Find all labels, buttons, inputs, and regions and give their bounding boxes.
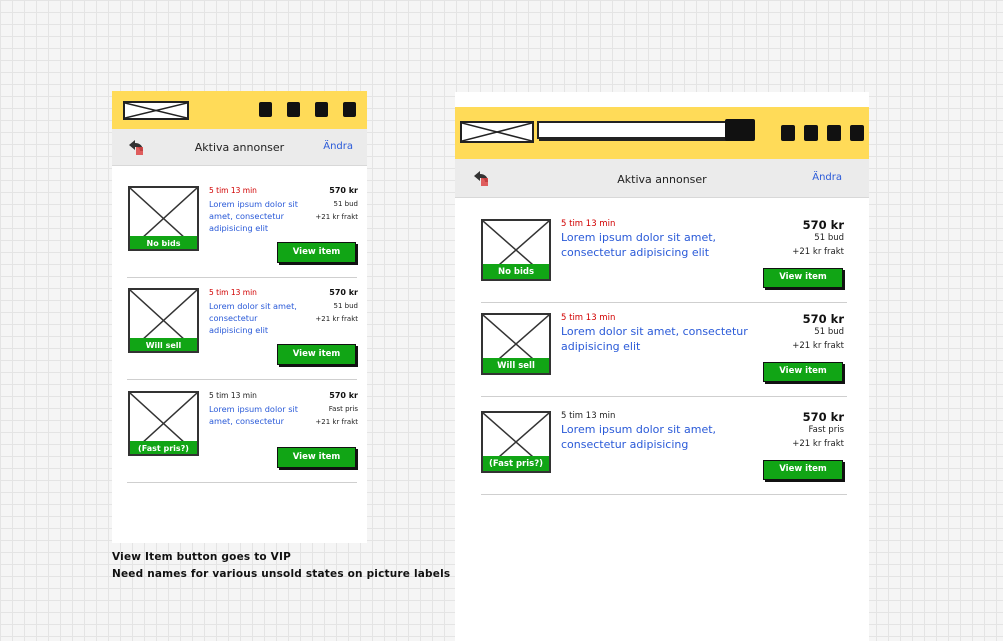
view-item-button[interactable]: View item <box>277 344 356 365</box>
item-title-line: adipisicing elit <box>209 223 269 233</box>
item-price: 570 kr <box>802 410 844 424</box>
bid-count: Fast pris <box>328 405 358 413</box>
header-bar <box>112 91 367 129</box>
item-thumbnail[interactable]: Will sell <box>128 288 199 353</box>
status-badge: (Fast pris?) <box>483 456 549 471</box>
item-title-line: Lorem dolor sit amet, <box>209 301 297 311</box>
time-remaining: 5 tim 13 min <box>561 219 616 229</box>
shipping-cost: +21 kr frakt <box>792 247 844 257</box>
view-item-button[interactable]: View item <box>763 268 843 288</box>
status-badge: Will sell <box>483 358 549 373</box>
item-thumbnail[interactable]: (Fast pris?) <box>481 411 551 473</box>
page-title: Aktiva annonser <box>617 173 707 186</box>
item-title-line: consectetur adipisicing <box>561 438 689 451</box>
nav-bar: Aktiva annonser Ändra <box>112 129 367 166</box>
item-divider <box>127 482 357 483</box>
bid-count: 51 bud <box>333 200 358 208</box>
item-title-link[interactable]: Lorem ipsum dolor sit amet, consectetur <box>209 403 314 427</box>
edit-link[interactable]: Ändra <box>812 172 842 183</box>
item-title-link[interactable]: Lorem ipsum dolor sit amet, consectetur a… <box>561 230 761 260</box>
time-remaining: 5 tim 13 min <box>209 391 257 400</box>
item-price: 570 kr <box>802 218 844 232</box>
header-icon-1[interactable] <box>781 125 795 141</box>
status-badge: (Fast pris?) <box>130 441 197 454</box>
time-remaining: 5 tim 13 min <box>561 411 616 421</box>
view-item-button[interactable]: View item <box>763 362 843 382</box>
search-button[interactable] <box>725 119 755 141</box>
bid-count: Fast pris <box>808 425 844 435</box>
nav-bar: Aktiva annonser Ändra <box>455 159 869 198</box>
item-divider <box>481 494 847 495</box>
bid-count: 51 bud <box>333 302 358 310</box>
time-remaining: 5 tim 13 min <box>209 288 257 297</box>
item-thumbnail[interactable]: No bids <box>128 186 199 251</box>
item-divider <box>127 277 357 278</box>
item-title-line: amet, consectetur <box>209 416 284 426</box>
item-title-line: adipisicing elit <box>561 340 641 353</box>
edit-link[interactable]: Ändra <box>323 141 353 152</box>
time-remaining: 5 tim 13 min <box>561 313 616 323</box>
header-icon-3[interactable] <box>315 102 328 117</box>
shipping-cost: +21 kr frakt <box>315 418 358 426</box>
item-price: 570 kr <box>329 391 358 400</box>
large-phone-mockup: Aktiva annonser Ändra No bids 5 tim 13 mi… <box>455 92 869 641</box>
shipping-cost: +21 kr frakt <box>792 341 844 351</box>
search-input[interactable] <box>537 121 727 139</box>
item-title-line: Lorem dolor sit amet, consectetur <box>561 325 748 338</box>
item-divider <box>127 379 357 380</box>
annotation-note-2: Need names for various unsold states on … <box>112 568 451 580</box>
item-title-link[interactable]: Lorem ipsum dolor sit amet, consectetur a… <box>561 422 761 452</box>
item-price: 570 kr <box>329 186 358 195</box>
item-title-line: Lorem ipsum dolor sit amet, <box>561 423 717 436</box>
shipping-cost: +21 kr frakt <box>792 439 844 449</box>
item-price: 570 kr <box>802 312 844 326</box>
logo-placeholder[interactable] <box>123 101 189 120</box>
item-price: 570 kr <box>329 288 358 297</box>
status-badge: Will sell <box>130 338 197 351</box>
shipping-cost: +21 kr frakt <box>315 315 358 323</box>
shipping-cost: +21 kr frakt <box>315 213 358 221</box>
status-badge: No bids <box>483 264 549 279</box>
item-title-line: amet, consectetur <box>209 211 284 221</box>
annotation-note-1: View Item button goes to VIP <box>112 551 292 563</box>
item-thumbnail[interactable]: Will sell <box>481 313 551 375</box>
item-title-line: consectetur <box>209 313 258 323</box>
header-icon-4[interactable] <box>850 125 864 141</box>
header-icon-4[interactable] <box>343 102 356 117</box>
item-title-line: consectetur adipisicing elit <box>561 246 710 259</box>
bid-count: 51 bud <box>814 233 844 243</box>
item-title-line: adipisicing elit <box>209 325 269 335</box>
header-icon-2[interactable] <box>804 125 818 141</box>
small-phone-mockup: Aktiva annonser Ändra No bids 5 tim 13 mi… <box>112 91 367 543</box>
item-title-line: Lorem ipsum dolor sit <box>209 199 298 209</box>
header-icon-1[interactable] <box>259 102 272 117</box>
item-divider <box>481 396 847 397</box>
time-remaining: 5 tim 13 min <box>209 186 257 195</box>
header-icon-2[interactable] <box>287 102 300 117</box>
item-thumbnail[interactable]: No bids <box>481 219 551 281</box>
view-item-button[interactable]: View item <box>277 242 356 263</box>
bid-count: 51 bud <box>814 327 844 337</box>
item-title-line: Lorem ipsum dolor sit amet, <box>561 231 717 244</box>
status-badge: No bids <box>130 236 197 249</box>
view-item-button[interactable]: View item <box>763 460 843 480</box>
logo-placeholder[interactable] <box>460 121 534 143</box>
item-title-line: Lorem ipsum dolor sit <box>209 404 298 414</box>
item-thumbnail[interactable]: (Fast pris?) <box>128 391 199 456</box>
view-item-button[interactable]: View item <box>277 447 356 468</box>
header-icon-3[interactable] <box>827 125 841 141</box>
item-title-link[interactable]: Lorem dolor sit amet, consectetur adipisi… <box>561 324 761 354</box>
item-title-link[interactable]: Lorem ipsum dolor sit amet, consectetur ad… <box>209 198 314 234</box>
item-divider <box>481 302 847 303</box>
header-bar <box>455 107 869 159</box>
item-title-link[interactable]: Lorem dolor sit amet, consectetur adipisic… <box>209 300 314 336</box>
